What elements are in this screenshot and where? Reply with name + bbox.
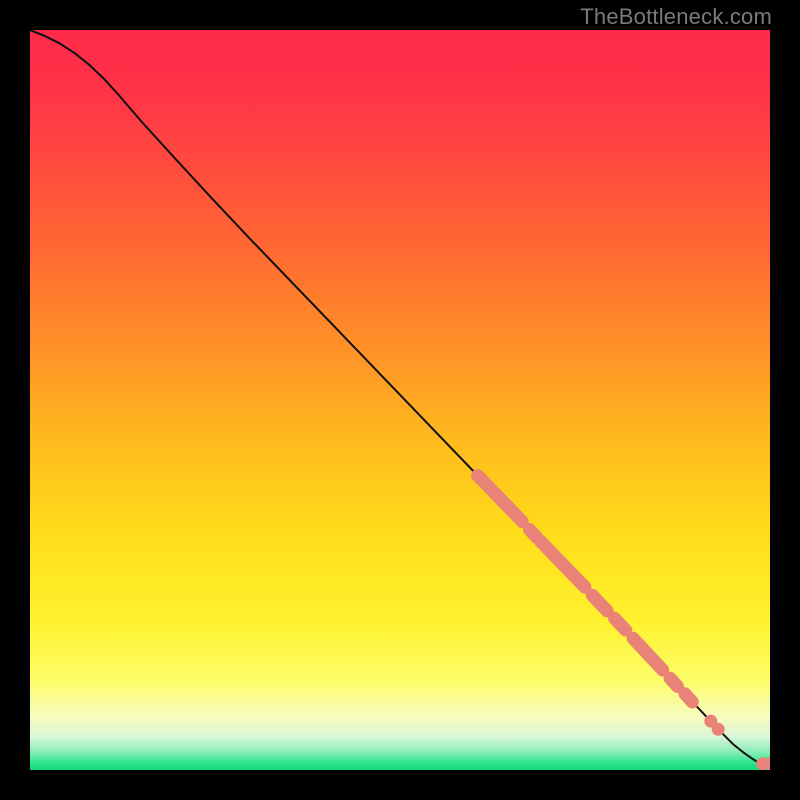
marker-segment [670,678,677,686]
attribution-text: TheBottleneck.com [580,4,772,30]
marker-dot [712,723,725,736]
marker-segment [685,694,692,702]
marker-segment [530,530,537,538]
plot-svg [30,30,770,770]
plot-area [30,30,770,770]
chart-stage: TheBottleneck.com [0,0,800,800]
marker-segment [615,618,626,630]
